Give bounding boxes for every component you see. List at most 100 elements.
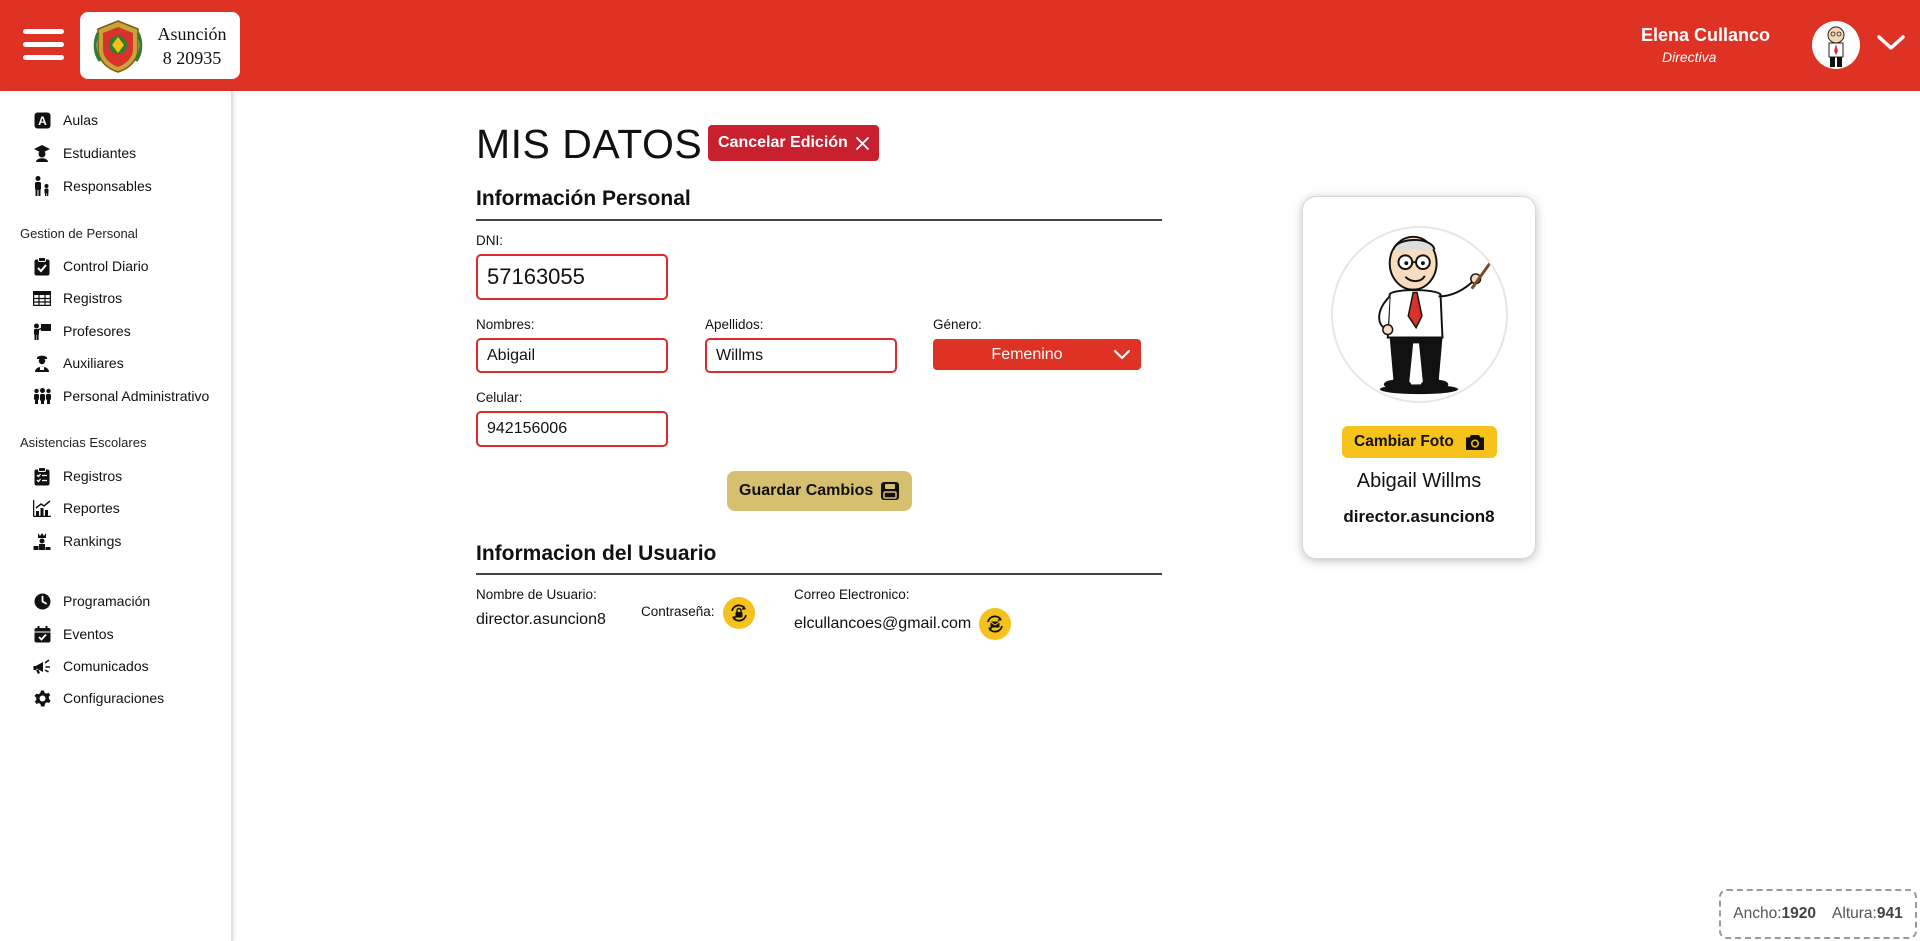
school-crest-icon (93, 20, 143, 73)
apellidos-label: Apellidos: (705, 317, 764, 332)
sidebar-item-label: Control Diario (63, 258, 149, 274)
profile-username: director.asuncion8 (1343, 507, 1495, 526)
sidebar-item-label: Personal Administrativo (63, 388, 210, 404)
sidebar-item-label: Responsables (63, 178, 152, 194)
username-value: director.asuncion8 (476, 611, 606, 628)
gear-icon (32, 688, 52, 708)
sidebar-item-label: Aulas (63, 112, 99, 128)
profile-card: Cambiar Foto Abigail Willms director.asu… (1302, 196, 1536, 559)
save-changes-label: Guardar Cambios (739, 482, 874, 499)
sidebar-item-label: Registros (63, 468, 123, 484)
sidebar-item-auxiliares[interactable]: Auxiliares (32, 350, 124, 376)
school-badge[interactable]: Asunción 8 20935 (80, 12, 240, 79)
svg-text:A: A (38, 114, 47, 128)
header-user-name: Elena Cullanco (1640, 25, 1770, 45)
sidebar-item-responsables[interactable]: Responsables (32, 173, 152, 199)
change-email-button[interactable] (979, 608, 1011, 640)
mail-refresh-icon (987, 615, 1003, 633)
section-divider (476, 219, 1162, 221)
sidebar-item-programacion[interactable]: Programación (32, 588, 150, 614)
height-label: Altura: (1832, 905, 1877, 922)
profile-photo (1331, 226, 1508, 403)
sidebar-item-eventos[interactable]: Eventos (32, 621, 114, 647)
sidebar-item-estudiantes[interactable]: Estudiantes (32, 140, 136, 166)
bar-chart-icon (32, 498, 52, 518)
genero-label: Género: (933, 317, 982, 332)
checklist-icon (32, 466, 52, 486)
nombres-field[interactable]: Abigail (476, 338, 668, 373)
nombres-label: Nombres: (476, 317, 535, 332)
celular-label: Celular: (476, 390, 523, 405)
assistant-icon (32, 353, 52, 373)
header-avatar[interactable] (1812, 21, 1860, 69)
sidebar-item-profesores[interactable]: Profesores (32, 318, 131, 344)
sidebar-item-label: Programación (63, 593, 151, 609)
sidebar-item-label: Auxiliares (63, 355, 124, 371)
header-user-role: Directiva (1662, 49, 1717, 65)
email-value: elcullancoes@gmail.com (794, 615, 972, 632)
lock-refresh-icon (731, 604, 747, 622)
sidebar-item-label: Eventos (63, 626, 114, 642)
sidebar-item-label: Estudiantes (63, 145, 137, 161)
change-photo-label: Cambiar Foto (1354, 433, 1454, 450)
table-icon (32, 288, 52, 308)
sidebar-item-control-diario[interactable]: Control Diario (32, 253, 149, 279)
height-value: 941 (1876, 905, 1903, 922)
dni-label: DNI: (476, 233, 503, 248)
sidebar-item-comunicados[interactable]: Comunicados (32, 653, 149, 679)
width-label: Ancho: (1733, 905, 1782, 922)
chevron-down-icon[interactable] (1876, 32, 1906, 52)
school-name: Asunción 8 20935 (157, 24, 227, 68)
password-label: Contraseña: (641, 604, 715, 619)
teacher-board-icon (32, 321, 52, 341)
cancel-edit-label: Cancelar Edición (718, 134, 848, 151)
email-label: Correo Electronico: (794, 587, 910, 602)
section-personal-info: Información Personal (476, 187, 691, 210)
sidebar-item-label: Registros (63, 290, 123, 306)
megaphone-icon (32, 656, 52, 676)
sidebar-item-label: Profesores (63, 323, 131, 339)
group-people-icon (32, 386, 52, 406)
calendar-check-icon (32, 624, 52, 644)
clipboard-check-icon (32, 256, 52, 276)
sidebar-item-label: Comunicados (63, 658, 149, 674)
clock-icon (32, 591, 52, 611)
change-password-button[interactable] (723, 597, 755, 629)
save-changes-button[interactable]: Guardar Cambios (727, 471, 912, 511)
sidebar-item-label: Rankings (63, 533, 122, 549)
sidebar-item-personal-administrativo[interactable]: Personal Administrativo (32, 383, 209, 409)
graduate-icon (32, 143, 52, 163)
sidebar-item-label: Configuraciones (63, 690, 165, 706)
sidebar-section-asistencias: Asistencias Escolares (20, 435, 147, 450)
change-photo-button[interactable]: Cambiar Foto (1342, 426, 1497, 458)
menu-hamburger-icon[interactable] (23, 29, 64, 61)
sidebar-item-registros-personal[interactable]: Registros (32, 285, 122, 311)
profile-name: Abigail Willms (1356, 470, 1482, 492)
section-divider (476, 573, 1162, 575)
chevron-down-icon (1113, 349, 1131, 360)
genero-selected-value: Femenino (991, 345, 1063, 363)
viewport-dimensions-badge: Ancho: 1920 Altura: 941 (1719, 889, 1917, 939)
sidebar-item-aulas[interactable]: A Aulas (32, 107, 98, 133)
close-icon (856, 137, 869, 150)
width-value: 1920 (1781, 905, 1817, 922)
cancel-edit-button[interactable]: Cancelar Edición (708, 125, 879, 161)
classroom-icon: A (32, 110, 52, 130)
dni-field[interactable]: 57163055 (476, 254, 668, 300)
sidebar-item-label: Reportes (63, 500, 120, 516)
save-icon (881, 482, 899, 500)
genero-select[interactable]: Femenino (933, 339, 1141, 370)
section-user-info: Informacion del Usuario (476, 542, 717, 565)
top-header: Asunción 8 20935 Elena Cullanco Directiv… (0, 0, 1920, 91)
sidebar-item-registros-asistencia[interactable]: Registros (32, 463, 122, 489)
sidebar-item-configuraciones[interactable]: Configuraciones (32, 685, 164, 711)
page-title: MIS DATOS (476, 121, 703, 167)
sidebar-item-reportes[interactable]: Reportes (32, 495, 120, 521)
sidebar-section-personal: Gestion de Personal (20, 226, 138, 241)
camera-icon (1466, 435, 1484, 450)
celular-field[interactable]: 942156006 (476, 411, 668, 447)
username-label: Nombre de Usuario: (476, 587, 597, 602)
podium-icon (32, 531, 52, 551)
sidebar-item-rankings[interactable]: Rankings (32, 528, 121, 554)
apellidos-field[interactable]: Willms (705, 338, 897, 373)
